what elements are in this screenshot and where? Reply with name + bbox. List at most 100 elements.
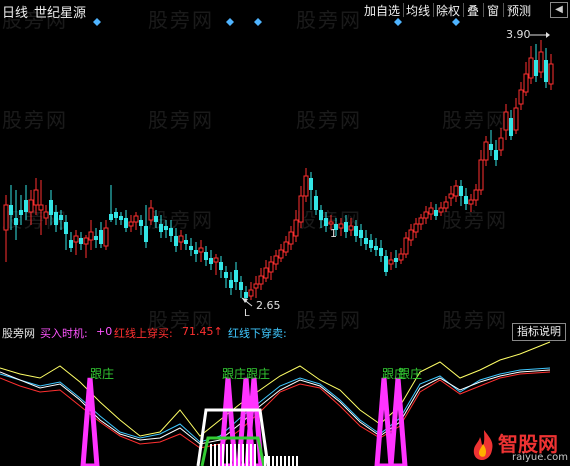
candle-body	[468, 199, 474, 205]
candle-body	[459, 186, 463, 196]
candle-body	[133, 215, 139, 223]
candle-body	[364, 238, 368, 244]
flame-icon	[473, 430, 493, 460]
volume-bar	[230, 444, 232, 466]
red-up-label: 红线上穿买:	[114, 327, 173, 340]
high-price-annotation: 3.90	[506, 28, 550, 41]
candle-body	[209, 258, 213, 264]
candle-body	[394, 258, 398, 262]
candle-body	[224, 272, 228, 278]
indicator-header: 股旁网 买入时机: +0 红线上穿买: 71.45↑ 红线下穿卖: 指标说明	[0, 322, 570, 341]
volume-bar	[268, 456, 270, 466]
candle-body	[124, 218, 128, 228]
price-annotation: 1	[330, 227, 337, 240]
volume-bar	[272, 456, 274, 466]
indicator-line-red	[0, 371, 551, 449]
candle-body	[79, 238, 83, 244]
candle-body	[139, 220, 143, 226]
candle-body	[69, 240, 73, 248]
candle-body	[473, 189, 479, 201]
event-markers	[93, 18, 460, 26]
volume-bar	[250, 444, 252, 466]
candle-body	[534, 60, 538, 76]
indicator-help-button[interactable]: 指标说明	[512, 323, 566, 341]
signal-spike	[80, 377, 100, 466]
follow-label: 跟庄	[222, 366, 246, 381]
volume-bar	[214, 444, 216, 466]
event-marker-diamond	[452, 18, 460, 26]
red-up-value: 71.45↑	[182, 325, 223, 338]
candle-body	[348, 225, 354, 231]
follow-label: 跟庄	[90, 366, 114, 381]
indicator-name[interactable]: 股旁网	[2, 325, 35, 341]
candle-body	[109, 214, 113, 220]
indicator-line-white	[0, 369, 551, 445]
stock-chart-window: 日线 世纪星源 加自选 均线 除权 叠 窗 预测 ◀ 股旁网 股旁网 股旁网 股…	[0, 0, 570, 466]
volume-bar	[288, 456, 290, 466]
buy-signal-label: 买入时机:	[40, 327, 88, 340]
event-marker-diamond	[93, 18, 101, 26]
volume-bar	[218, 444, 220, 466]
candle-body	[278, 249, 284, 259]
candle-body	[374, 246, 378, 250]
candle-body	[538, 51, 544, 73]
candle-body	[88, 231, 94, 241]
candle-body	[273, 255, 279, 265]
candle-body	[229, 280, 233, 288]
candle-body	[248, 289, 254, 297]
candle-body	[169, 228, 173, 236]
candle-body	[9, 205, 13, 215]
candle-body	[234, 270, 238, 282]
candle-body	[379, 248, 383, 256]
candle-body	[408, 229, 414, 241]
volume-bar	[226, 444, 228, 466]
candle-body	[354, 226, 358, 236]
candle-body	[38, 204, 44, 211]
candle-body	[148, 207, 154, 221]
candle-body	[319, 210, 323, 220]
candle-body	[219, 262, 223, 270]
candle-body	[128, 221, 134, 227]
volume-bar	[222, 444, 224, 466]
buy-signal-value: +0	[96, 325, 113, 338]
candle-body	[303, 175, 309, 197]
candle-body	[198, 247, 204, 253]
candle-body	[24, 200, 28, 212]
candle-body	[33, 189, 39, 206]
candle-body	[239, 282, 243, 290]
signal-spike	[388, 377, 408, 466]
candle-body	[528, 57, 534, 79]
candle-body	[184, 240, 188, 244]
candle-body	[489, 144, 493, 150]
event-marker-diamond	[394, 18, 402, 26]
candle-body	[478, 159, 484, 191]
volume-bar	[296, 456, 298, 466]
candle-body	[338, 223, 344, 229]
candle-body	[309, 178, 313, 190]
candle-body	[548, 63, 554, 85]
candle-body	[189, 246, 193, 250]
candle-body	[324, 218, 328, 226]
volume-bar	[210, 444, 212, 466]
candle-body	[263, 267, 269, 279]
candle-body	[114, 212, 118, 218]
candle-body	[94, 236, 98, 240]
candle-body	[258, 275, 264, 285]
follow-label: 跟庄	[246, 366, 270, 381]
candlestick-chart[interactable]: 3.90 2.65 L 1	[0, 0, 570, 322]
candle-body	[103, 227, 109, 247]
indicator-lines	[0, 341, 551, 449]
candle-body	[28, 199, 34, 213]
candle-body	[398, 253, 404, 261]
candle-body	[178, 235, 184, 243]
volume-bar	[242, 444, 244, 466]
candle-body	[49, 200, 53, 215]
candle-body	[164, 226, 168, 230]
candle-body	[119, 216, 123, 220]
candle-body	[503, 111, 509, 131]
candle-body	[438, 207, 444, 213]
candle-body	[174, 236, 178, 246]
candle-body	[73, 235, 79, 243]
follow-label: 跟庄	[398, 366, 422, 381]
indicator-line-yellow	[0, 341, 551, 437]
